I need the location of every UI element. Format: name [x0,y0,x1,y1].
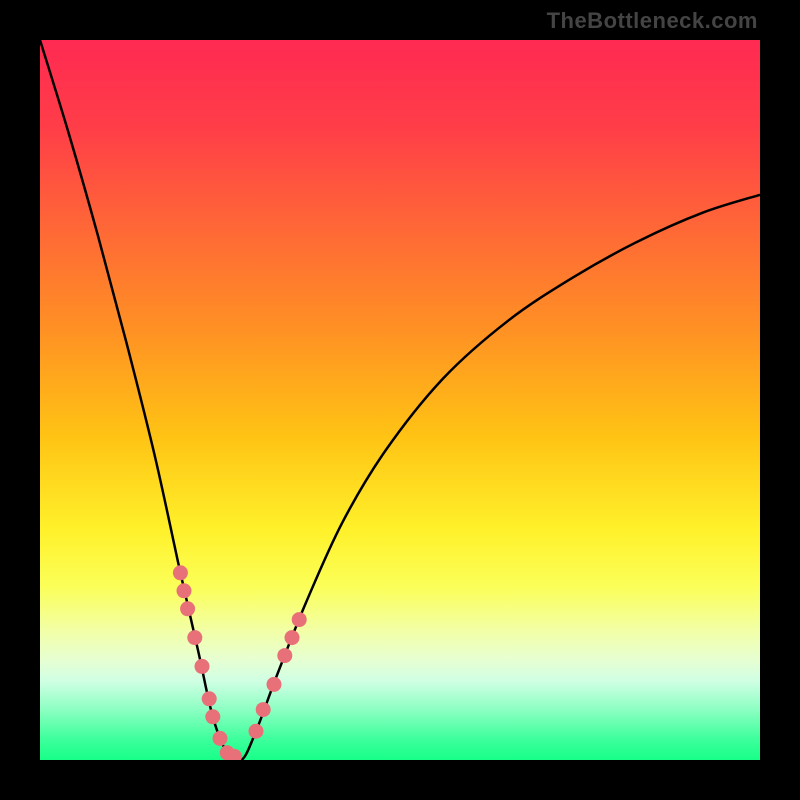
highlight-point [256,702,271,717]
highlight-point [277,648,292,663]
highlight-point [285,630,300,645]
highlight-point [177,583,192,598]
highlight-point [292,612,307,627]
highlight-point [249,724,264,739]
watermark-text: TheBottleneck.com [547,8,758,34]
highlight-point [195,659,210,674]
highlight-point [202,691,217,706]
highlighted-points-left [173,565,242,760]
plot-area [40,40,760,760]
highlight-point [213,731,228,746]
curve-layer [40,40,760,760]
highlight-point [205,709,220,724]
chart-frame: TheBottleneck.com [0,0,800,800]
bottleneck-curve [40,40,760,760]
highlight-point [173,565,188,580]
highlight-point [267,677,282,692]
highlight-point [187,630,202,645]
highlight-point [180,601,195,616]
